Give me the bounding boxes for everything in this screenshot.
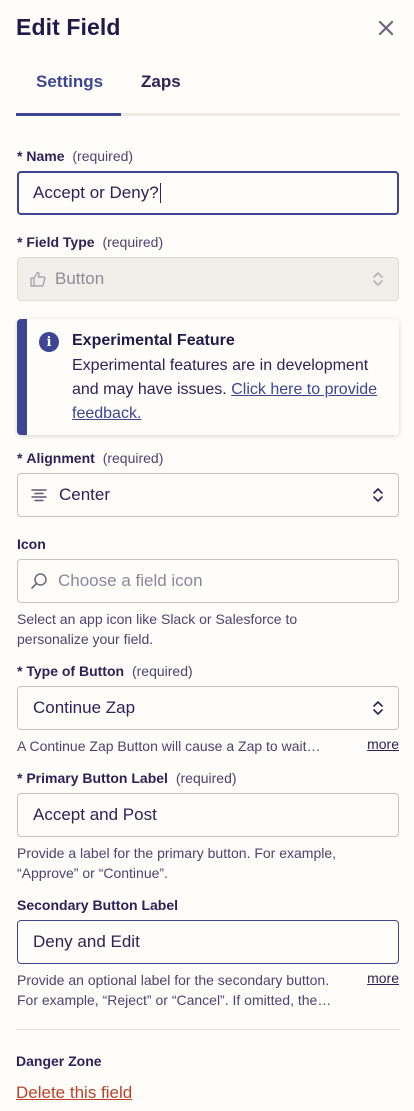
icon-input-placeholder: Choose a field icon [58,571,203,590]
required-hint: (required) [175,770,237,786]
danger-zone-title: Danger Zone [16,1053,102,1069]
secondary-button-label: Secondary Button Label [17,897,179,913]
required-hint: (required) [102,450,164,466]
button-type-label-row: * Type of Button (required) [17,663,193,679]
required-asterisk: * [17,234,23,250]
panel-title: Edit Field [16,14,121,40]
field-type-label-row: * Field Type (required) [17,234,163,250]
chevron-up-down-icon [373,488,383,502]
name-label: Name [26,148,65,164]
name-input-value: Accept or Deny? [33,183,159,202]
search-icon [31,573,47,589]
alignment-label: Alignment [26,450,95,466]
tab-bar: Settings Zaps [16,60,400,116]
primary-button-label-input[interactable]: Accept and Post [17,793,399,837]
required-asterisk: * [17,663,23,679]
primary-button-label-value: Accept and Post [33,805,157,824]
name-input[interactable]: Accept or Deny? [17,171,399,215]
secondary-label-help-text: Provide an optional label for the second… [17,970,331,1010]
button-type-select[interactable]: Continue Zap [17,686,399,730]
text-caret [159,183,161,203]
alignment-select[interactable]: Center [17,473,399,517]
secondary-label-more-link[interactable]: more [367,970,399,986]
help-line: Provide an optional label for the second… [17,972,330,988]
name-label-row: * Name (required) [17,148,133,164]
align-center-icon [31,489,47,502]
close-icon [378,20,394,36]
icon-search-input[interactable]: Choose a field icon [17,559,399,603]
help-line: personalize your field. [17,631,154,647]
field-type-select: Button [17,257,399,301]
help-line: Select an app icon like Slack or Salesfo… [17,611,298,627]
icon-help-text: Select an app icon like Slack or Salesfo… [17,609,297,649]
field-type-label: Field Type [26,234,95,250]
alignment-value: Center [59,485,111,504]
alert-title: Experimental Feature [72,332,235,349]
section-divider [16,1029,400,1030]
experimental-feature-alert: i Experimental Feature Experimental feat… [17,319,399,435]
required-asterisk: * [17,450,23,466]
button-type-value: Continue Zap [33,698,136,717]
thumbs-up-icon [30,271,46,287]
field-type-value: Button [55,269,105,288]
help-line: “Approve” or “Continue”. [17,865,168,881]
close-button[interactable] [374,16,398,40]
icon-label-row: Icon [17,536,46,552]
alignment-label-row: * Alignment (required) [17,450,163,466]
chevron-up-down-icon [373,701,383,715]
required-asterisk: * [17,770,23,786]
button-type-more-link[interactable]: more [367,736,399,752]
help-line: Provide a label for the primary button. … [17,845,337,861]
primary-label-row: * Primary Button Label (required) [17,770,237,786]
panel-header: Edit Field [16,14,398,44]
chevron-up-down-icon [373,272,383,286]
required-hint: (required) [102,234,164,250]
primary-button-label: Primary Button Label [26,770,168,786]
secondary-button-label-value: Deny and Edit [33,932,140,951]
required-hint: (required) [72,148,134,164]
help-line: For example, “Reject” or “Cancel”. If om… [17,992,332,1008]
secondary-button-label-input[interactable]: Deny and Edit [17,920,399,964]
required-hint: (required) [131,663,193,679]
tab-zaps[interactable]: Zaps [141,72,181,116]
required-asterisk: * [17,148,23,164]
button-type-help-text: A Continue Zap Button will cause a Zap t… [17,738,321,754]
info-icon: i [39,332,59,352]
primary-label-help-text: Provide a label for the primary button. … [17,843,336,883]
icon-label: Icon [17,536,46,552]
tab-settings[interactable]: Settings [36,72,103,116]
secondary-label-row: Secondary Button Label [17,897,178,913]
button-type-label: Type of Button [26,663,125,679]
alert-body: Experimental features are in development… [72,354,392,426]
active-tab-indicator [16,113,121,116]
delete-field-link[interactable]: Delete this field [16,1083,132,1103]
